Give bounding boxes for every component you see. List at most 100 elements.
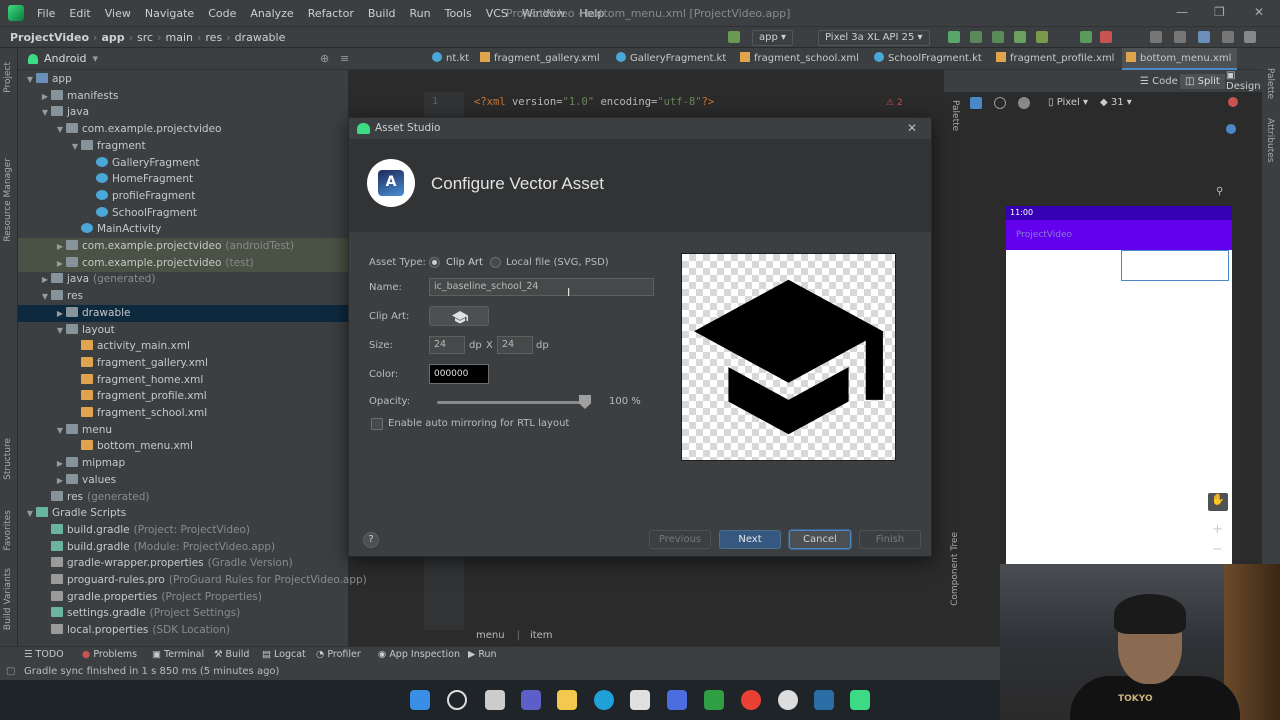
tree-item[interactable]: ▶ com.example.projectvideo (test) [18,254,348,272]
edge-icon[interactable] [594,690,614,710]
opacity-slider-thumb[interactable] [579,395,591,409]
error-icon[interactable] [1228,97,1238,107]
menu-build[interactable]: Build [361,7,403,20]
layers-icon[interactable] [970,97,982,109]
file-explorer-icon[interactable] [557,690,577,710]
height-input[interactable]: 24 [497,336,533,354]
tree-item[interactable]: ▶ mipmap [18,455,348,472]
tree-item[interactable]: ▶ values [18,472,348,489]
device-manager-icon[interactable] [1150,31,1162,43]
tree-item[interactable]: bottom_menu.xml [18,438,348,455]
clip-art-radio-label[interactable]: Clip Art [446,257,483,268]
tree-item[interactable]: ▼ res [18,288,348,305]
locate-icon[interactable]: ⊕ [320,52,329,65]
tree-item[interactable]: fragment_gallery.xml [18,355,348,372]
file-tab[interactable]: bottom_menu.xml [1122,48,1238,70]
search-taskbar-icon[interactable] [447,690,467,710]
todo-tool-button[interactable]: ☰ TODO [24,649,64,660]
component-tree-tool-tab[interactable]: Component Tree [950,532,960,606]
width-input[interactable]: 24 [429,336,465,354]
search-icon[interactable] [1244,31,1256,43]
blueprint-icon[interactable] [994,97,1006,109]
tree-item[interactable]: GalleryFragment [18,155,348,172]
pan-hand-icon[interactable]: ✋ [1208,493,1228,511]
night-mode-icon[interactable] [1018,97,1030,109]
opacity-slider-track[interactable] [437,401,585,404]
attach-debugger-icon[interactable] [1036,31,1048,43]
next-button[interactable]: Next [719,530,781,549]
tree-item[interactable]: ▼ java [18,104,348,121]
breadcrumb-menu[interactable]: menu [464,628,517,644]
menu-analyze[interactable]: Analyze [243,7,300,20]
api-level-select[interactable]: ◆ 31 ▾ [1100,97,1132,108]
profiler-tool-button[interactable]: ◔ Profiler [316,649,361,660]
visual-studio-icon[interactable] [667,690,687,710]
menu-code[interactable]: Code [201,7,243,20]
tree-item[interactable]: fragment_home.xml [18,372,348,389]
tree-item[interactable]: activity_main.xml [18,338,348,355]
debug-icon[interactable] [992,31,1004,43]
device-select[interactable]: Pixel 3a XL API 25 ▾ [818,30,930,46]
tree-item[interactable]: profileFragment [18,188,348,205]
menu-view[interactable]: View [98,7,138,20]
rtl-mirroring-checkbox[interactable] [371,418,383,430]
finish-button[interactable]: Finish [859,530,921,549]
structure-icon[interactable] [1222,31,1234,43]
windows-start-icon[interactable] [410,690,430,710]
menu-refactor[interactable]: Refactor [301,7,361,20]
favorites-tool-tab[interactable]: Favorites [3,510,13,551]
project-tool-tab[interactable]: Project [3,62,13,93]
word-icon[interactable] [814,690,834,710]
file-tab[interactable]: SchoolFragment.kt [870,48,988,70]
zoom-out-icon[interactable]: − [1212,542,1223,557]
tree-item[interactable]: ▼ Gradle Scripts [18,505,348,522]
device-preview-select[interactable]: ▯ Pixel ▾ [1048,97,1088,108]
clip-art-button[interactable] [429,306,489,326]
file-tab[interactable]: GalleryFragment.kt [612,48,732,70]
pin-icon[interactable]: ⚲ [1216,186,1223,197]
chevron-down-icon[interactable]: ▼ [24,505,36,522]
breadcrumb-project[interactable]: ProjectVideo [0,31,93,44]
logcat-tool-button[interactable]: ▤ Logcat [262,649,306,660]
breadcrumb-main[interactable]: main [162,31,197,44]
tree-item[interactable]: ▶ drawable [18,304,348,322]
tree-item[interactable]: settings.gradle (Project Settings) [18,605,348,622]
tree-item[interactable]: fragment_school.xml [18,405,348,422]
tree-item[interactable]: ▼ app [18,71,348,88]
sdk-manager-icon[interactable] [1174,31,1186,43]
tree-item[interactable]: ▶ manifests [18,88,348,105]
zoom-in-icon[interactable]: + [1212,522,1223,537]
previous-button[interactable]: Previous [649,530,711,549]
task-view-icon[interactable] [485,690,505,710]
store-icon[interactable] [630,690,650,710]
cancel-button[interactable]: Cancel [789,530,851,549]
profile-icon[interactable] [1014,31,1026,43]
problems-indicator[interactable]: ⚠ 2 [886,98,903,108]
rtl-mirroring-label[interactable]: Enable auto mirroring for RTL layout [388,418,569,429]
chevron-down-icon[interactable]: ▼ [54,121,66,138]
tree-item[interactable]: MainActivity [18,221,348,238]
run-tool-button[interactable]: ▶ Run [468,649,497,660]
teams-chat-icon[interactable] [521,690,541,710]
chevron-down-icon[interactable]: ▼ [24,71,36,88]
close-icon[interactable]: ✕ [907,121,917,135]
terminal-tool-button[interactable]: ▣ Terminal [152,649,204,660]
menu-run[interactable]: Run [403,7,438,20]
build-tool-button[interactable]: ⚒ Build [214,649,249,660]
tree-item[interactable]: proguard-rules.pro (ProGuard Rules for Pr… [18,572,367,589]
chevron-down-icon[interactable]: ▼ [54,422,66,439]
breadcrumb-app[interactable]: app [97,31,128,44]
code-mode-button[interactable]: ☰ Code [1140,76,1178,87]
menu-edit[interactable]: Edit [62,7,97,20]
palette-tool-tab[interactable]: Palette [1265,68,1275,99]
chevron-down-icon[interactable]: ▼ [39,288,51,305]
split-mode-button[interactable]: ◫ Split [1180,73,1225,89]
tree-item[interactable]: res (generated) [18,489,348,506]
breadcrumb-res[interactable]: res [201,31,226,44]
file-tab[interactable]: nt.kt [428,48,475,70]
structure-tool-tab[interactable]: Structure [3,438,13,480]
tree-item[interactable]: fragment_profile.xml [18,388,348,405]
build-variants-tool-tab[interactable]: Build Variants [3,568,13,630]
status-toggle-icon[interactable]: ▢ [6,663,15,680]
tree-item[interactable]: build.gradle (Project: ProjectVideo) [18,522,348,539]
